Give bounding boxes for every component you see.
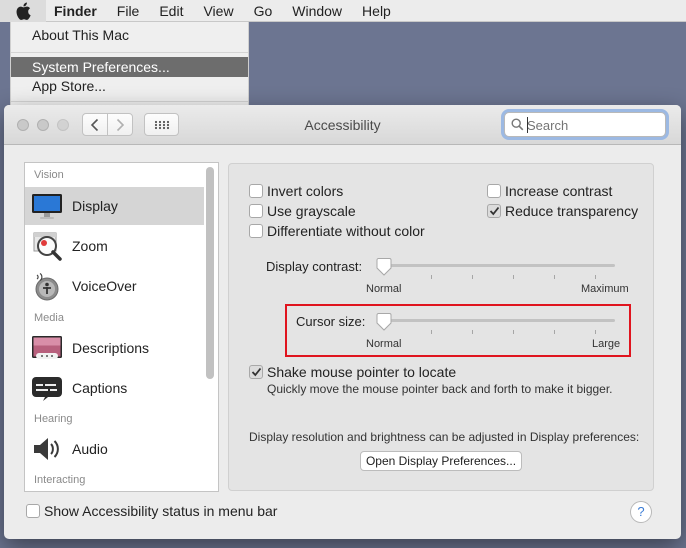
section-header-vision: Vision [34,169,64,181]
slider-track [381,319,615,322]
slider-tick [431,275,432,279]
sidebar-item-voiceover[interactable]: VoiceOver [25,267,204,305]
shake-pointer-option[interactable]: Shake mouse pointer to locate [249,364,456,380]
search-field[interactable] [504,112,666,137]
section-header-media: Media [34,312,64,324]
sidebar-item-label: Captions [72,380,128,396]
increase-contrast-label: Increase contrast [505,183,613,199]
captions-icon [32,377,62,401]
menu-bar: Finder File Edit View Go Window Help [0,0,686,22]
search-icon [511,118,524,131]
section-header-hearing: Hearing [34,413,73,425]
checkmark-icon [489,206,499,216]
category-sidebar: Vision Display Zoom VoiceOver Media Desc… [24,162,219,492]
checkmark-icon [251,367,261,377]
text-caret [527,117,528,133]
sidebar-item-display[interactable]: Display [25,187,204,225]
sidebar-item-zoom[interactable]: Zoom [25,227,204,265]
apple-menu-dropdown: About This Mac System Preferences... App… [10,22,249,106]
menu-separator [11,52,248,53]
slider-tick [554,330,555,334]
differentiate-without-color-option[interactable]: Differentiate without color [249,223,425,239]
menu-item-about-this-mac[interactable]: About This Mac [11,25,248,45]
display-contrast-max-label: Maximum [581,283,629,295]
sidebar-item-label: Display [72,198,118,214]
reduce-transparency-checkbox[interactable] [487,204,501,218]
menu-finder[interactable]: Finder [46,0,107,22]
resolution-note: Display resolution and brightness can be… [249,430,640,444]
show-status-checkbox[interactable] [26,504,40,518]
sidebar-scrollbar[interactable] [206,167,214,379]
sidebar-item-descriptions[interactable]: Descriptions [25,329,204,367]
differentiate-without-color-label: Differentiate without color [267,223,425,239]
menu-file[interactable]: File [107,0,150,22]
slider-knob[interactable] [376,258,392,276]
sidebar-item-audio[interactable]: Audio [25,430,204,468]
display-settings-panel: Invert colors Use grayscale Differentiat… [228,163,654,491]
display-icon [32,194,62,219]
reduce-transparency-option[interactable]: Reduce transparency [487,203,638,219]
sidebar-item-label: Descriptions [72,340,150,356]
use-grayscale-label: Use grayscale [267,203,356,219]
cursor-size-min-label: Normal [366,338,402,350]
use-grayscale-checkbox[interactable] [249,204,263,218]
cursor-size-highlight-box [285,304,631,357]
speaker-icon [34,438,59,460]
slider-tick [513,275,514,279]
sidebar-item-captions[interactable]: Captions [25,369,204,407]
show-status-label: Show Accessibility status in menu bar [44,503,278,519]
display-contrast-min-label: Normal [366,283,402,295]
slider-track [381,264,615,267]
increase-contrast-option[interactable]: Increase contrast [487,183,612,199]
slider-tick [554,275,555,279]
sidebar-item-label: Zoom [72,238,108,254]
slider-tick [595,275,596,279]
menu-item-app-store[interactable]: App Store... [11,76,248,96]
cursor-size-label: Cursor size: [296,314,366,329]
descriptions-icon [32,336,62,359]
slider-tick [472,275,473,279]
menu-view[interactable]: View [193,0,243,22]
reduce-transparency-label: Reduce transparency [505,203,639,219]
increase-contrast-checkbox[interactable] [487,184,501,198]
voiceover-icon [35,272,59,301]
shake-pointer-checkbox[interactable] [249,365,263,379]
menu-go[interactable]: Go [244,0,283,22]
invert-colors-label: Invert colors [267,183,344,199]
accessibility-window: Accessibility Vision Display [4,105,681,539]
menu-separator [11,101,248,102]
apple-icon [16,2,31,20]
open-display-preferences-button[interactable]: Open Display Preferences... [360,451,522,471]
sidebar-item-label: Audio [72,441,108,457]
shake-pointer-label: Shake mouse pointer to locate [267,364,457,380]
menu-window[interactable]: Window [282,0,352,22]
cursor-size-max-label: Large [592,338,621,350]
display-contrast-label: Display contrast: [266,259,363,274]
slider-tick [472,330,473,334]
slider-tick [513,330,514,334]
sidebar-item-label: VoiceOver [72,278,137,294]
help-button[interactable]: ? [630,501,652,523]
menu-item-system-preferences[interactable]: System Preferences... [11,57,248,77]
apple-menu-button[interactable] [0,0,46,22]
invert-colors-option[interactable]: Invert colors [249,183,343,199]
differentiate-without-color-checkbox[interactable] [249,224,263,238]
slider-tick [431,330,432,334]
slider-knob[interactable] [376,313,392,331]
invert-colors-checkbox[interactable] [249,184,263,198]
title-bar: Accessibility [4,105,681,145]
zoom-icon [33,232,62,261]
section-header-interacting: Interacting [34,474,86,486]
use-grayscale-option[interactable]: Use grayscale [249,203,356,219]
menu-edit[interactable]: Edit [149,0,193,22]
show-status-option[interactable]: Show Accessibility status in menu bar [26,503,277,519]
menu-help[interactable]: Help [352,0,401,22]
search-input[interactable] [527,116,659,134]
slider-tick [595,330,596,334]
shake-pointer-description: Quickly move the mouse pointer back and … [267,382,613,396]
